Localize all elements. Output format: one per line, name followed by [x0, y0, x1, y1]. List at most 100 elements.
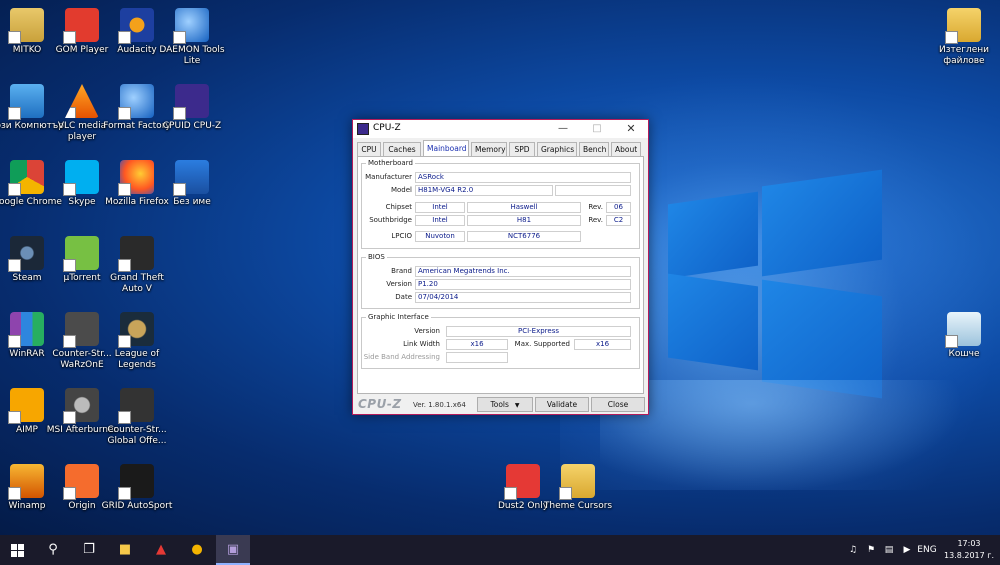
folder-icon: ■	[118, 542, 132, 557]
bios-date-label: Date	[395, 293, 412, 301]
close-window-button[interactable]: ✕	[614, 120, 648, 138]
network-icon[interactable]: ▤	[882, 535, 896, 565]
language-indicator[interactable]: ENG	[916, 535, 938, 565]
clock-date: 13.8.2017 г.	[944, 551, 995, 560]
wallpaper-pane	[668, 191, 758, 279]
recycle-bin-icon	[945, 312, 981, 348]
lol-icon	[118, 312, 154, 348]
tab-bench[interactable]: Bench	[579, 142, 609, 156]
cpuz-window: CPU-Z — □ ✕ CPU Caches Mainboard Memory …	[352, 119, 649, 415]
desktop-icon-recycle-bin[interactable]: Кошче	[927, 308, 1000, 380]
wallpaper-pane	[668, 273, 758, 371]
desktop-icon-grid-autosport[interactable]: GRID AutoSport	[100, 460, 174, 532]
cpuz-app-icon	[357, 123, 369, 135]
flag-icon[interactable]: ⚑	[864, 535, 878, 565]
chipset-label: Chipset	[385, 203, 412, 211]
audacity-icon	[118, 8, 154, 44]
model-extra-value	[555, 185, 631, 196]
search-button[interactable]: ⚲	[36, 535, 70, 565]
side-band-value	[446, 352, 508, 363]
southbridge-label: Southbridge	[369, 216, 412, 224]
msi-afterburner-icon	[63, 388, 99, 424]
model-label: Model	[390, 186, 412, 194]
winrar-icon	[8, 312, 44, 348]
desktop-icon-theme-cursors[interactable]: Theme Cursors	[541, 460, 615, 532]
wallpaper-pane	[762, 169, 882, 277]
desktop-icon-daemon-tools[interactable]: DAEMON Tools Lite	[155, 4, 229, 76]
desktop-icon-csgo[interactable]: Counter-Str... Global Offe...	[100, 384, 174, 456]
taskbar-chrome[interactable]: ●	[180, 535, 214, 565]
task-view-button[interactable]: ❐	[72, 535, 106, 565]
tab-cpu[interactable]: CPU	[357, 142, 381, 156]
graphic-interface-group-title: Graphic Interface	[366, 313, 431, 321]
desktop-icon-downloads[interactable]: Изтеглени файлове	[927, 4, 1000, 76]
taskbar-file-explorer[interactable]: ■	[108, 535, 142, 565]
desktop-icon-league-of-legends[interactable]: League of Legends	[100, 308, 174, 380]
this-pc-icon	[8, 84, 44, 120]
manufacturer-value: ASRock	[415, 172, 631, 183]
southbridge-vendor-value: Intel	[415, 215, 465, 226]
cpuz-icon: ▣	[226, 542, 240, 557]
downloads-folder-icon	[945, 8, 981, 44]
speaker-icon[interactable]: ▶	[900, 535, 914, 565]
mainboard-panel: Motherboard Manufacturer ASRock Model H8…	[357, 156, 644, 394]
model-value: H81M-VG4 R2.0	[415, 185, 553, 196]
bios-group: BIOS Brand American Megatrends Inc. Vers…	[361, 253, 640, 309]
southbridge-name-value: H81	[467, 215, 581, 226]
clock[interactable]: 17:03 13.8.2017 г.	[944, 538, 994, 562]
folder-icon	[559, 464, 595, 500]
task-view-icon: ❐	[83, 542, 95, 557]
gom-player-icon	[63, 8, 99, 44]
firefox-icon	[118, 160, 154, 196]
tools-button[interactable]: Tools ▼	[477, 397, 533, 412]
manufacturer-label: Manufacturer	[365, 173, 412, 181]
taskbar-acrobat[interactable]: ▲	[144, 535, 178, 565]
chipset-vendor-value: Intel	[415, 202, 465, 213]
close-button[interactable]: Close	[591, 397, 645, 412]
winamp-icon	[8, 464, 44, 500]
lpcio-vendor-value: Nuvoton	[415, 231, 465, 242]
skype-icon	[63, 160, 99, 196]
volume-icon[interactable]: ♫	[846, 535, 860, 565]
format-factory-icon	[118, 84, 154, 120]
desktop-icon-noname[interactable]: Без име	[155, 156, 229, 228]
taskbar: ⚲ ❐ ■ ▲ ● ▣ ♫ ⚑ ▤ ▶ ENG 17:03 13.8.2017 …	[0, 535, 1000, 565]
start-button[interactable]	[0, 535, 34, 565]
windows-logo-icon	[11, 544, 24, 557]
desktop-icon-gta[interactable]: Grand Theft Auto V	[100, 232, 174, 304]
desktop: MITKO Този Компютър Google Chrome Steam …	[0, 0, 1000, 535]
utorrent-icon	[63, 236, 99, 272]
aimp-icon	[8, 388, 44, 424]
link-width-label: Link Width	[403, 340, 440, 348]
version-text: Ver. 1.80.1.x64	[413, 401, 466, 409]
side-band-label: Side Band Addressing	[363, 353, 440, 361]
csgo-icon	[118, 388, 154, 424]
tab-caches[interactable]: Caches	[383, 142, 421, 156]
validate-button[interactable]: Validate	[535, 397, 589, 412]
cpuz-brand-logo: CPU-Z	[358, 397, 402, 411]
max-supported-label: Max. Supported	[514, 340, 570, 348]
chipset-rev-label: Rev.	[588, 203, 603, 211]
dust2-icon	[504, 464, 540, 500]
tab-graphics[interactable]: Graphics	[537, 142, 577, 156]
tab-spd[interactable]: SPD	[509, 142, 535, 156]
bios-brand-label: Brand	[391, 267, 412, 275]
southbridge-rev-label: Rev.	[588, 216, 603, 224]
title-bar[interactable]: CPU-Z — □ ✕	[353, 120, 648, 138]
taskbar-cpuz[interactable]: ▣	[216, 535, 250, 565]
tab-mainboard[interactable]: Mainboard	[423, 140, 469, 156]
daemon-tools-icon	[173, 8, 209, 44]
bios-date-value: 07/04/2014	[415, 292, 631, 303]
tab-about[interactable]: About	[611, 142, 641, 156]
desktop-icon-cpuz[interactable]: CPUID CPU-Z	[155, 80, 229, 152]
grid-icon	[118, 464, 154, 500]
chrome-icon	[8, 160, 44, 196]
gi-version-label: Version	[414, 327, 440, 335]
vlc-icon	[65, 84, 99, 118]
chrome-icon: ●	[191, 542, 203, 557]
minimize-button[interactable]: —	[546, 120, 580, 138]
motherboard-group: Motherboard Manufacturer ASRock Model H8…	[361, 159, 640, 249]
tab-memory[interactable]: Memory	[471, 142, 507, 156]
footer-bar: CPU-Z Ver. 1.80.1.x64 Tools ▼ Validate Cl…	[353, 396, 648, 414]
motherboard-group-title: Motherboard	[366, 159, 415, 167]
